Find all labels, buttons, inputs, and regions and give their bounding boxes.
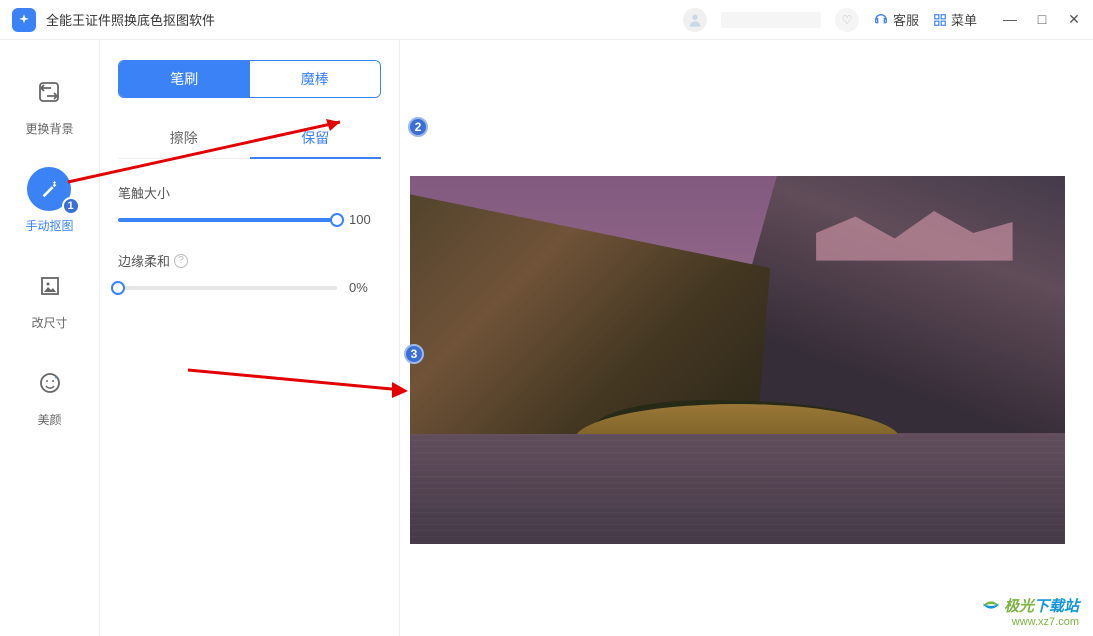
- brush-size-control: 笔触大小 100: [118, 183, 381, 227]
- tab-brush[interactable]: 笔刷: [119, 61, 250, 97]
- watermark-brand: 极光下载站: [1004, 595, 1079, 616]
- sidebar-item-manual-cutout[interactable]: 手动抠图 1: [25, 167, 73, 234]
- brush-size-value: 100: [349, 212, 381, 227]
- app-title: 全能王证件照换底色抠图软件: [46, 10, 683, 29]
- minimize-button[interactable]: —: [1003, 11, 1017, 28]
- sidebar-item-change-bg[interactable]: 更换背景: [25, 70, 73, 137]
- sub-tab-keep[interactable]: 保留: [250, 118, 382, 158]
- sidebar-item-resize[interactable]: 改尺寸: [28, 264, 72, 331]
- sub-tabs: 擦除 保留: [118, 118, 381, 159]
- window-controls: — □ ✕: [1003, 11, 1081, 28]
- username-placeholder: [721, 12, 821, 28]
- headset-icon: [873, 12, 889, 28]
- main-area: 更换背景 手动抠图 1 改尺寸 美颜 笔刷 魔棒 擦除: [0, 40, 1093, 636]
- sparkle-icon: [17, 13, 31, 27]
- sidebar-label-resize: 改尺寸: [31, 314, 67, 331]
- image-canvas[interactable]: [410, 176, 1065, 544]
- swoosh-icon: [980, 594, 1002, 616]
- edge-soft-slider[interactable]: [118, 286, 337, 290]
- edge-soft-control: 边缘柔和 ? 0%: [118, 251, 381, 295]
- menu-button[interactable]: 菜单: [933, 10, 977, 29]
- edge-soft-thumb[interactable]: [111, 281, 125, 295]
- beauty-icon: [28, 361, 72, 405]
- step-badge-3: 3: [404, 344, 424, 364]
- sidebar-label-manual-cutout: 手动抠图: [25, 217, 73, 234]
- brush-size-row: 100: [118, 212, 381, 227]
- favorite-icon[interactable]: ♡: [835, 8, 859, 32]
- tab-magic-wand[interactable]: 魔棒: [250, 61, 381, 97]
- maximize-button[interactable]: □: [1035, 11, 1049, 28]
- sidebar-item-beauty[interactable]: 美颜: [28, 361, 72, 428]
- resize-icon: [28, 264, 72, 308]
- brush-size-thumb[interactable]: [330, 213, 344, 227]
- step-badge-1: 1: [62, 197, 80, 215]
- control-panel: 笔刷 魔棒 擦除 保留 笔触大小 100 边缘柔和 ?: [100, 40, 400, 636]
- sidebar: 更换背景 手动抠图 1 改尺寸 美颜: [0, 40, 100, 636]
- customer-service-button[interactable]: 客服: [873, 10, 919, 29]
- title-bar: 全能王证件照换底色抠图软件 ♡ 客服 菜单 — □ ✕: [0, 0, 1093, 40]
- brush-size-label: 笔触大小: [118, 183, 381, 202]
- edge-soft-value: 0%: [349, 280, 381, 295]
- person-icon: [687, 12, 703, 28]
- sidebar-label-change-bg: 更换背景: [25, 120, 73, 137]
- app-logo: [12, 8, 36, 32]
- swap-icon: [27, 70, 71, 114]
- watermark: 极光下载站 www.xz7.com: [980, 594, 1079, 628]
- watermark-url: www.xz7.com: [980, 616, 1079, 628]
- edge-soft-row: 0%: [118, 280, 381, 295]
- grid-icon: [933, 13, 947, 27]
- watermark-logo: 极光下载站: [980, 594, 1079, 616]
- sub-tab-erase[interactable]: 擦除: [118, 118, 250, 158]
- mode-tabs: 笔刷 魔棒: [118, 60, 381, 98]
- step-badge-2: 2: [408, 117, 428, 137]
- customer-service-label: 客服: [893, 10, 919, 29]
- landscape-image: [410, 176, 1065, 544]
- help-icon[interactable]: ?: [174, 254, 188, 268]
- brush-size-slider[interactable]: [118, 218, 337, 222]
- user-avatar[interactable]: [683, 8, 707, 32]
- brush-size-fill: [118, 218, 337, 222]
- menu-label: 菜单: [951, 10, 977, 29]
- canvas-area: [400, 40, 1093, 636]
- sidebar-label-beauty: 美颜: [37, 411, 61, 428]
- close-button[interactable]: ✕: [1067, 11, 1081, 28]
- edge-soft-label: 边缘柔和 ?: [118, 251, 381, 270]
- titlebar-right: ♡ 客服 菜单 — □ ✕: [683, 8, 1081, 32]
